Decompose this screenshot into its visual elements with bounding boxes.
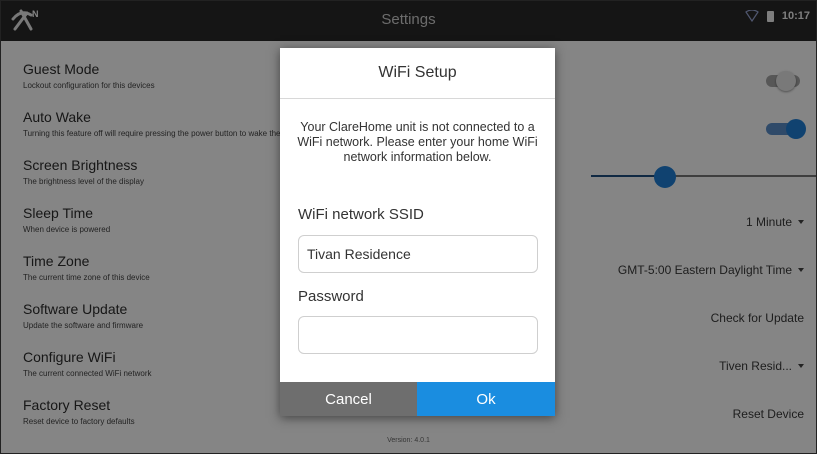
device-screen: N Settings 10:17 Guest Mode Lockout conf… — [0, 0, 817, 454]
divider — [280, 98, 555, 99]
ssid-input[interactable] — [298, 235, 538, 273]
dialog-message: Your ClareHome unit is not connected to … — [297, 120, 538, 164]
ssid-label: WiFi network SSID — [298, 206, 424, 223]
wifi-setup-dialog: WiFi Setup Your ClareHome unit is not co… — [280, 48, 555, 416]
dialog-title: WiFi Setup — [378, 64, 457, 81]
cancel-button[interactable]: Cancel — [280, 382, 417, 416]
password-input[interactable] — [298, 316, 538, 354]
password-label: Password — [298, 288, 364, 305]
dialog-actions: Cancel Ok — [280, 382, 555, 416]
ok-button[interactable]: Ok — [417, 382, 555, 416]
